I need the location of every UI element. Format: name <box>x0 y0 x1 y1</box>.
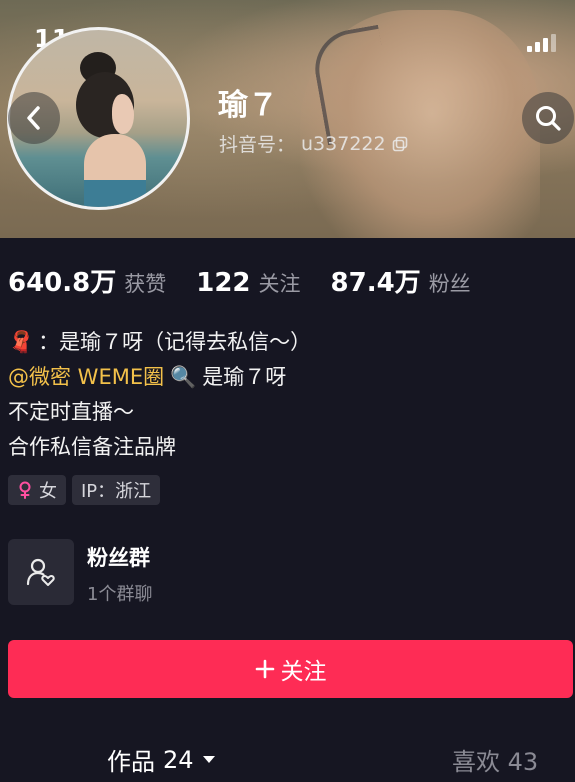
signal-icon <box>527 34 561 52</box>
back-button[interactable] <box>8 92 60 144</box>
scarf-emoji: 🧣 <box>8 330 35 354</box>
caret-down-icon <box>202 755 215 763</box>
ip-label: IP：浙江 <box>81 481 152 502</box>
search-icon <box>536 106 561 131</box>
gender-label: 女 <box>39 481 57 502</box>
profile-bio: 🧣 ：是瑜７呀（记得去私信～） @微密 WEME圈 🔍 是瑜７呀 不定时直播～ … <box>8 325 311 465</box>
fan-group-subtitle: 1个群聊 <box>87 584 153 605</box>
account-id: u337222 <box>301 132 386 155</box>
magnifier-emoji: 🔍 <box>170 365 197 389</box>
tab-works-count: 24 <box>163 745 194 774</box>
fan-group-avatar[interactable] <box>8 539 74 605</box>
stat-value: 122 <box>196 268 251 298</box>
profile-name: 瑜７ <box>218 88 278 123</box>
stat-likes[interactable]: 640.8万 获赞 <box>8 262 166 299</box>
plus-icon <box>255 659 274 679</box>
female-icon <box>19 481 31 499</box>
mention-link[interactable]: @微密 WEME圈 <box>8 360 164 395</box>
chevron-left-icon <box>27 106 40 130</box>
user-heart-icon <box>26 558 55 586</box>
tab-works-label: 作品 <box>107 748 155 776</box>
tab-likes-label: 喜欢 <box>452 748 500 776</box>
tab-works[interactable]: 作品 24 <box>107 742 216 777</box>
stat-label: 获赞 <box>124 272 167 296</box>
account-id-row[interactable]: 抖音号： u337222 <box>219 130 408 157</box>
stat-value: 87.4万 <box>330 268 421 298</box>
ip-tag: IP：浙江 <box>72 475 161 505</box>
bio-text: ：是瑜７呀（记得去私信～） <box>38 330 312 354</box>
gender-tag: 女 <box>8 475 66 505</box>
stat-label: 关注 <box>258 272 301 296</box>
bio-text: 是瑜７呀 <box>202 365 287 389</box>
tab-likes-count: 43 <box>507 748 539 776</box>
stat-value: 640.8万 <box>8 268 117 298</box>
profile-stats: 640.8万 获赞 122 关注 87.4万 粉丝 <box>8 262 501 299</box>
fan-group-title[interactable]: 粉丝群 <box>87 542 150 572</box>
follow-label: 关注 <box>280 659 327 685</box>
bio-line: 🧣 ：是瑜７呀（记得去私信～） <box>8 325 311 360</box>
bio-line: @微密 WEME圈 🔍 是瑜７呀 <box>8 360 311 395</box>
account-label: 抖音号： <box>219 134 296 156</box>
search-button[interactable] <box>522 92 574 144</box>
tab-likes[interactable]: 喜欢 43 <box>452 742 538 777</box>
stat-following[interactable]: 122 关注 <box>196 268 300 298</box>
follow-button[interactable]: 关注 <box>8 640 573 698</box>
stat-label: 粉丝 <box>428 272 471 296</box>
bio-line: 合作私信备注品牌 <box>8 435 176 459</box>
profile-tags: 女 IP：浙江 <box>8 475 161 505</box>
copy-icon[interactable] <box>392 136 408 152</box>
stat-followers[interactable]: 87.4万 粉丝 <box>331 262 471 299</box>
bio-line: 不定时直播～ <box>8 400 134 424</box>
